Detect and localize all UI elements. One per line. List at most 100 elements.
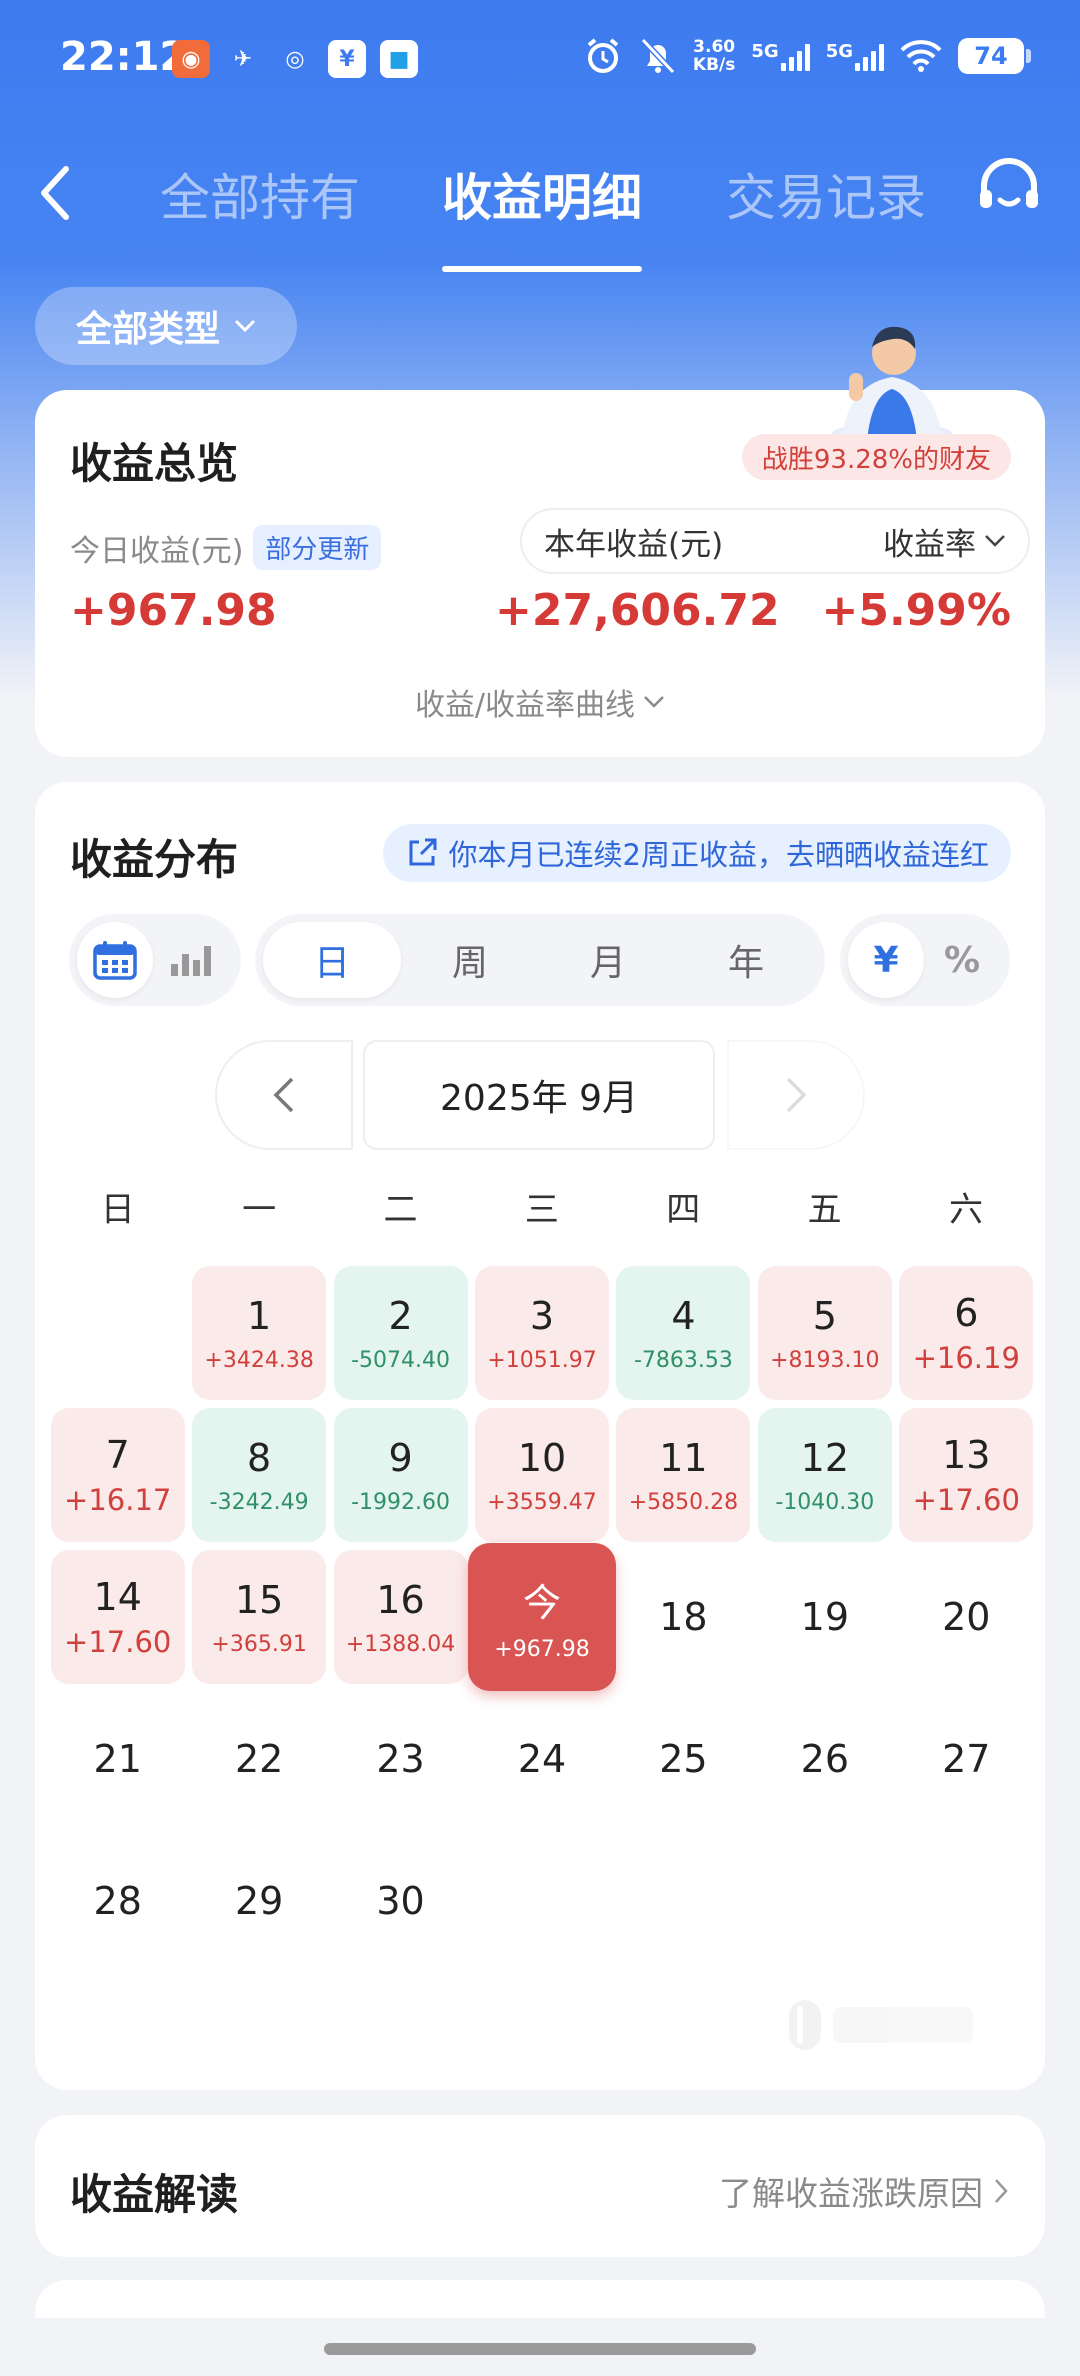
calendar-day-amount: +5850.28 [628,1489,739,1515]
partial-update-tag[interactable]: 部分更新 [253,525,382,570]
tab-all-holdings[interactable]: 全部持有 [160,158,360,230]
calendar-day[interactable]: 1 +3424.38 [192,1266,327,1400]
unit-amount-button[interactable]: ¥ [848,922,924,998]
calendar-day[interactable]: 16 +1388.04 [333,1550,468,1684]
calendar-day-number: 27 [942,1737,991,1781]
speed-unit: KB/s [692,55,736,75]
calendar-day[interactable]: 4 -7863.53 [616,1266,751,1400]
calendar-day[interactable]: 9 -1992.60 [333,1408,468,1542]
calendar-day[interactable]: 28 [51,1834,185,1968]
calendar-day[interactable]: 7 +16.17 [50,1408,185,1542]
period-tabs: 日 周 月 年 [255,914,825,1006]
network-speed: 3.60 KB/s [693,38,735,74]
signal-2-label: 5G [825,41,853,62]
calendar-day[interactable]: 15 +365.91 [192,1550,327,1684]
rate-selector[interactable]: 收益率 [883,519,1006,564]
curve-toggle[interactable]: 收益/收益率曲线 [35,680,1045,724]
overview-title: 收益总览 [70,439,239,488]
status-time: 22:12 [60,34,188,80]
unit-percent-button[interactable]: % [924,922,1000,998]
chevron-right-icon [995,2179,1008,2203]
calendar-day[interactable]: 27 [899,1692,1033,1826]
calendar-day-amount: -1992.60 [351,1489,451,1515]
weekday-header: 日 一 二 三 四 五 六 [47,1182,1037,1231]
period-tab-day[interactable]: 日 [263,922,401,998]
calendar-day[interactable]: 6 +16.19 [899,1266,1034,1400]
learn-reasons-label: 了解收益涨跌原因 [719,2174,983,2213]
prev-month-button[interactable] [215,1040,353,1150]
calendar-day-amount: +967.98 [494,1637,590,1662]
calendar-day-number: 22 [234,1737,284,1781]
next-month-button[interactable] [727,1040,865,1150]
earnings-interpretation-card[interactable]: 收益解读 了解收益涨跌原因 [35,2115,1045,2257]
calendar-day-number: 29 [234,1879,284,1923]
top-nav: 全部持有 收益明细 交易记录 [0,130,1080,272]
calendar-day[interactable]: 11 +5850.28 [616,1408,751,1542]
calendar-day-number: 24 [517,1737,567,1781]
calendar-day[interactable]: 今 +967.98 [468,1543,616,1691]
calendar-day[interactable]: 22 [192,1692,326,1826]
calendar-day-number: 5 [812,1293,837,1338]
type-filter-dropdown[interactable]: 全部类型 [35,287,297,365]
calendar-day-number: 28 [93,1879,142,1923]
year-earnings-selector[interactable]: 本年收益(元) 收益率 [520,508,1030,574]
signal-bars-icon [780,41,810,71]
calendar-day[interactable]: 13 +17.60 [899,1408,1034,1542]
earnings-distribution-card: 收益分布 你本月已连续2周正收益，去晒晒收益连红 日 周 月 年 ¥ % 202… [35,782,1045,2090]
tab-transaction-records[interactable]: 交易记录 [726,158,926,230]
calendar-day[interactable]: 29 [192,1834,326,1968]
learn-reasons-link[interactable]: 了解收益涨跌原因 [719,2167,1009,2215]
calendar-day-amount: -1040.30 [775,1489,875,1515]
calendar-day[interactable]: 20 [899,1550,1033,1684]
home-indicator[interactable] [324,2343,756,2355]
today-earnings-value: +967.98 [70,585,277,636]
period-tab-week[interactable]: 周 [401,922,539,998]
calendar-day[interactable]: 3 +1051.97 [475,1266,609,1400]
calendar-day[interactable]: 14 +17.60 [50,1550,185,1684]
weekday-label: 二 [383,1190,418,1230]
calendar-day-amount: +17.60 [64,1625,172,1659]
calendar-day[interactable]: 25 [616,1692,750,1826]
mute-bell-icon [640,37,676,75]
calendar-day[interactable]: 23 [334,1692,468,1826]
month-navigator: 2025年 9月 [35,1040,1045,1150]
unit-toggle: ¥ % [840,914,1010,1006]
calendar-day[interactable]: 2 -5074.40 [333,1266,468,1400]
calendar-day[interactable]: 8 -3242.49 [192,1408,327,1542]
calendar-day[interactable]: 18 [616,1550,750,1684]
notification-icons: ◉ ✈ ◎ ¥ ■ [172,40,418,78]
chevron-down-icon [644,696,664,708]
calendar-day-number: 13 [942,1433,991,1477]
customer-service-button[interactable] [974,154,1044,224]
streak-share-banner[interactable]: 你本月已连续2周正收益，去晒晒收益连红 [382,824,1011,882]
chevron-left-icon [273,1077,294,1113]
bar-view-button[interactable] [153,922,229,998]
calendar-day[interactable]: 12 -1040.30 [757,1408,892,1542]
mascot-illustration [832,326,952,440]
calendar-day-amount: +16.19 [912,1341,1020,1375]
calendar-day-number: 6 [954,1291,979,1335]
calendar-day[interactable]: 5 +8193.10 [757,1266,892,1400]
rate-label: 收益率 [883,526,976,563]
calendar-day[interactable]: 21 [51,1692,185,1826]
calendar-day[interactable]: 30 [334,1834,468,1968]
win-rate-badge[interactable]: 战胜93.28%的财友 [741,434,1011,480]
tab-earnings-detail[interactable]: 收益明细 [442,158,642,272]
period-tab-year[interactable]: 年 [677,922,815,998]
speed-value: 3.60 [693,37,736,57]
calendar-day-number: 2 [388,1293,413,1338]
calendar-day[interactable]: 19 [758,1550,892,1684]
type-filter-label: 全部类型 [75,309,220,350]
weekday-label: 日 [100,1190,135,1230]
current-month-label[interactable]: 2025年 9月 [363,1040,715,1150]
calendar-day[interactable]: 10 +3559.47 [475,1408,609,1542]
calendar-day[interactable]: 24 [475,1692,609,1826]
calendar-day[interactable]: 26 [758,1692,892,1826]
chevron-down-icon [234,319,256,333]
period-tab-month[interactable]: 月 [539,922,677,998]
bar-chart-icon [171,946,211,976]
back-button[interactable] [36,158,86,228]
calendar-view-button[interactable] [77,922,153,998]
calendar-day-number: 26 [800,1737,850,1781]
calendar-day-amount: +17.60 [912,1483,1020,1517]
